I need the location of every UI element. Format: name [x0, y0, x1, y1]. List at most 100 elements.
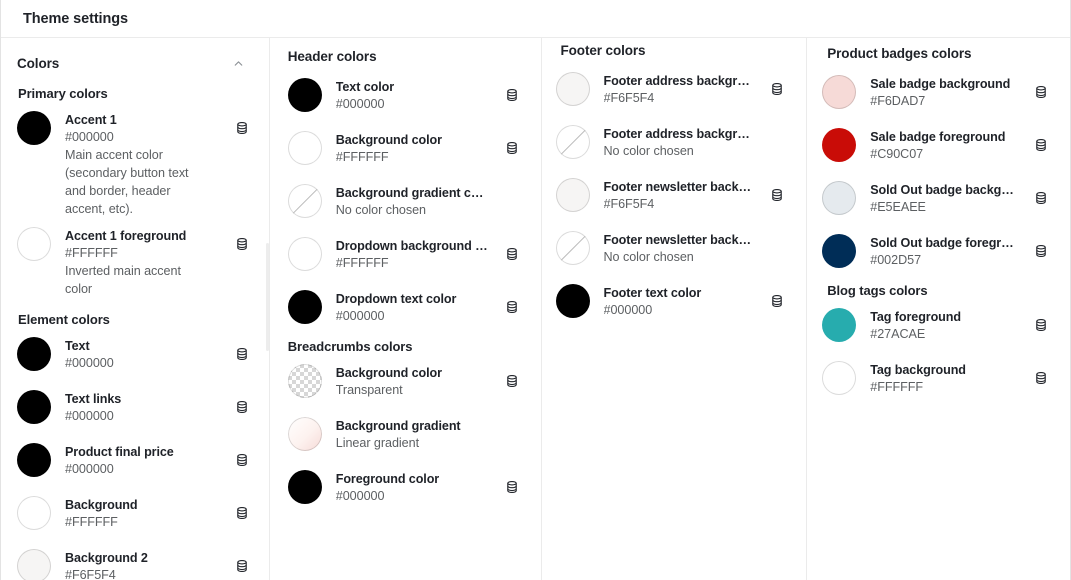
colors-columns: ColorsPrimary colorsAccent 1#000000Main …: [1, 38, 1070, 580]
database-icon[interactable]: [1032, 83, 1050, 101]
color-row-label: Footer address background …: [604, 126, 755, 143]
color-swatch[interactable]: [288, 78, 322, 112]
color-row[interactable]: Background#FFFFFF: [17, 496, 253, 531]
color-swatch[interactable]: [17, 549, 51, 580]
color-row[interactable]: Dropdown text color#000000: [288, 290, 523, 325]
color-swatch[interactable]: [822, 181, 856, 215]
color-swatch[interactable]: [17, 443, 51, 477]
color-row-body: Footer address backgrou…#F6F5F4: [604, 72, 755, 107]
database-icon[interactable]: [233, 235, 251, 253]
color-swatch[interactable]: [822, 234, 856, 268]
database-icon[interactable]: [768, 292, 786, 310]
color-row-value: #F6DAD7: [870, 93, 1018, 110]
color-swatch[interactable]: [822, 128, 856, 162]
color-row[interactable]: Background 2#F6F5F4: [17, 549, 253, 580]
color-row[interactable]: Footer newsletter backgroun…No color cho…: [556, 231, 789, 266]
database-icon[interactable]: [503, 86, 521, 104]
database-icon[interactable]: [233, 557, 251, 575]
color-swatch-none[interactable]: [288, 184, 322, 218]
database-icon[interactable]: [233, 504, 251, 522]
color-swatch[interactable]: [17, 337, 51, 371]
color-row[interactable]: Sold Out badge foreground#002D57: [822, 234, 1052, 269]
color-row[interactable]: Accent 1 foreground#FFFFFFInverted main …: [17, 227, 253, 298]
color-row-value: #E5EAEE: [870, 199, 1018, 216]
database-icon[interactable]: [233, 451, 251, 469]
color-row[interactable]: Text color#000000: [288, 78, 523, 113]
color-row-label: Background gradient color: [336, 185, 489, 202]
column-colors: ColorsPrimary colorsAccent 1#000000Main …: [1, 38, 269, 580]
color-swatch[interactable]: [288, 237, 322, 271]
color-row-description: Main accent color (secondary button text…: [65, 146, 219, 218]
color-row-description: Inverted main accent color: [65, 262, 219, 298]
color-row[interactable]: Background color#FFFFFF: [288, 131, 523, 166]
database-icon[interactable]: [1032, 136, 1050, 154]
column-title-header-colors: Header colors: [288, 38, 523, 64]
color-row[interactable]: Footer address background …No color chos…: [556, 125, 789, 160]
database-icon[interactable]: [768, 186, 786, 204]
color-row[interactable]: Tag foreground#27ACAE: [822, 308, 1052, 343]
color-row[interactable]: Foreground color#000000: [288, 470, 523, 505]
color-swatch[interactable]: [17, 227, 51, 261]
color-row-value: #000000: [604, 302, 755, 319]
color-swatch-gradient[interactable]: [288, 417, 322, 451]
database-icon[interactable]: [1032, 242, 1050, 260]
color-row[interactable]: Tag background#FFFFFF: [822, 361, 1052, 396]
color-row[interactable]: Sale badge foreground#C90C07: [822, 128, 1052, 163]
color-swatch[interactable]: [17, 496, 51, 530]
color-swatch[interactable]: [822, 308, 856, 342]
color-row[interactable]: Text links#000000: [17, 390, 253, 425]
color-swatch-none[interactable]: [556, 125, 590, 159]
color-row[interactable]: Product final price#000000: [17, 443, 253, 478]
database-icon[interactable]: [768, 80, 786, 98]
database-icon[interactable]: [233, 119, 251, 137]
color-swatch[interactable]: [288, 131, 322, 165]
color-row-label: Text color: [336, 79, 489, 96]
color-row[interactable]: Footer newsletter backgr…#F6F5F4: [556, 178, 789, 213]
database-icon[interactable]: [503, 139, 521, 157]
color-swatch[interactable]: [556, 72, 590, 106]
color-row-body: Text links#000000: [65, 390, 219, 425]
color-row[interactable]: Accent 1#000000Main accent color (second…: [17, 111, 253, 218]
chevron-up-icon[interactable]: [231, 55, 247, 71]
database-icon[interactable]: [233, 398, 251, 416]
color-swatch[interactable]: [556, 284, 590, 318]
database-icon[interactable]: [503, 245, 521, 263]
color-swatch[interactable]: [288, 290, 322, 324]
color-row[interactable]: Footer text color#000000: [556, 284, 789, 319]
color-row-body: Background#FFFFFF: [65, 496, 219, 531]
database-icon[interactable]: [233, 345, 251, 363]
column-product-badges-colors: Product badges colorsSale badge backgrou…: [806, 38, 1070, 580]
color-swatch[interactable]: [17, 111, 51, 145]
color-swatch[interactable]: [288, 470, 322, 504]
column-title-colors[interactable]: Colors: [17, 38, 253, 71]
color-row[interactable]: Text#000000: [17, 337, 253, 372]
color-row[interactable]: Footer address backgrou…#F6F5F4: [556, 72, 789, 107]
color-swatch-transparent[interactable]: [288, 364, 322, 398]
group-spacer: [288, 64, 523, 78]
database-icon[interactable]: [1032, 369, 1050, 387]
color-row[interactable]: Dropdown background c…#FFFFFF: [288, 237, 523, 272]
database-icon[interactable]: [1032, 316, 1050, 334]
color-row-body: Footer newsletter backgroun…No color cho…: [604, 231, 755, 266]
color-swatch-none[interactable]: [556, 231, 590, 265]
color-swatch[interactable]: [822, 75, 856, 109]
color-row[interactable]: Background colorTransparent: [288, 364, 523, 399]
color-row-value: #000000: [65, 408, 219, 425]
color-row[interactable]: Background gradient colorNo color chosen: [288, 184, 523, 219]
database-icon[interactable]: [1032, 189, 1050, 207]
color-row[interactable]: Background gradientLinear gradient: [288, 417, 523, 452]
color-row[interactable]: Sale badge background#F6DAD7: [822, 75, 1052, 110]
group-spacer: [822, 61, 1052, 75]
database-icon[interactable]: [503, 372, 521, 390]
color-row[interactable]: Sold Out badge backgro…#E5EAEE: [822, 181, 1052, 216]
color-row-label: Accent 1: [65, 112, 219, 129]
column-title-label: Footer colors: [561, 43, 646, 58]
color-swatch[interactable]: [822, 361, 856, 395]
database-icon[interactable]: [503, 478, 521, 496]
color-row-value: #000000: [65, 461, 219, 478]
database-icon[interactable]: [503, 298, 521, 316]
color-swatch[interactable]: [556, 178, 590, 212]
color-row-label: Foreground color: [336, 471, 489, 488]
color-swatch[interactable]: [17, 390, 51, 424]
color-row-label: Footer newsletter backgroun…: [604, 232, 755, 249]
